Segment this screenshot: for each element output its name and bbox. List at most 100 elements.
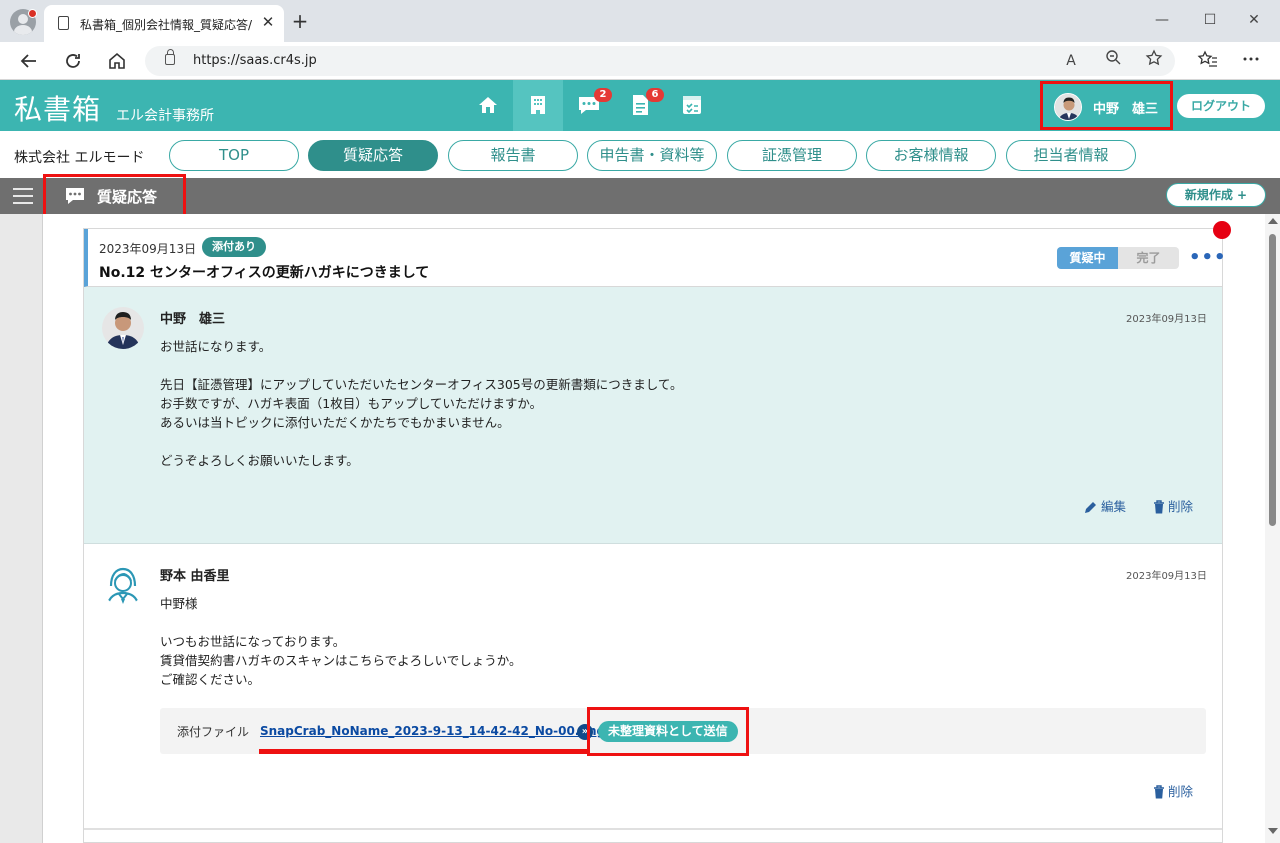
delete-label: 削除 xyxy=(1168,784,1194,799)
maximize-icon[interactable]: ☐ xyxy=(1200,10,1220,30)
notification-dot xyxy=(28,9,37,18)
tab-customer-info[interactable]: お客様情報 xyxy=(866,140,996,171)
app-header: 私書箱 エル会計事務所 2 6 中野 雄三 ログアウト xyxy=(0,80,1280,131)
company-nav: 株式会社 エルモード TOP 質疑応答 報告書 申告書・資料等 証憑管理 お客様… xyxy=(0,131,1280,178)
tab-staff-info[interactable]: 担当者情報 xyxy=(1006,140,1136,171)
message-line xyxy=(160,356,683,375)
messages-badge: 2 xyxy=(594,88,612,102)
checklist-icon xyxy=(683,96,701,114)
user-avatar xyxy=(1054,93,1082,121)
tab-vouchers[interactable]: 証憑管理 xyxy=(727,140,857,171)
message-author: 野本 由香里 xyxy=(160,569,230,584)
message-line: 先日【証憑管理】にアップしていただいたセンターオフィス305号の更新書類につきま… xyxy=(160,377,683,392)
tab-filings[interactable]: 申告書・資料等 xyxy=(587,140,717,171)
building-icon xyxy=(531,96,545,114)
message-item: 中野 雄三 2023年09月13日 お世話になります。 先日【証憑管理】にアップ… xyxy=(84,287,1222,544)
more-menu-icon[interactable] xyxy=(1239,49,1263,73)
scrollbar[interactable] xyxy=(1265,214,1280,843)
message-line: 中野様 xyxy=(160,596,198,611)
logout-button[interactable]: ログアウト xyxy=(1177,94,1265,118)
status-toggle[interactable]: 質疑中 完了 xyxy=(1057,247,1179,269)
url-field[interactable]: https://saas.cr4s.jp A xyxy=(145,46,1175,76)
message-date: 2023年09月13日 xyxy=(1126,571,1207,582)
url-text: https://saas.cr4s.jp xyxy=(193,53,317,68)
message-author: 中野 雄三 xyxy=(160,312,226,327)
sidebar-strip xyxy=(0,214,43,843)
divider xyxy=(84,829,1222,830)
lock-icon xyxy=(165,49,175,65)
attachment-highlight xyxy=(259,749,587,754)
message-line xyxy=(160,432,683,451)
edit-label: 編集 xyxy=(1101,499,1127,514)
message-line: お手数ですが、ハガキ表面（1枚目）もアップしていただけますか。 xyxy=(160,396,543,411)
user-menu[interactable]: 中野 雄三 xyxy=(1040,81,1173,130)
back-icon[interactable] xyxy=(17,49,41,73)
topic-title: No.12 センターオフィスの更新ハガキにつきまして xyxy=(99,265,430,281)
topic-card: 2023年09月13日 添付あり No.12 センターオフィスの更新ハガキにつき… xyxy=(83,228,1226,843)
message-item: 野本 由香里 2023年09月13日 中野様 いつもお世話になっております。 賃… xyxy=(84,544,1222,829)
scroll-down-arrow[interactable] xyxy=(1268,828,1278,834)
author-avatar xyxy=(102,564,144,606)
attachment-label: 添付ファイル xyxy=(177,725,250,739)
minimize-icon[interactable]: — xyxy=(1152,10,1172,30)
scroll-thumb[interactable] xyxy=(1269,234,1276,526)
author-avatar xyxy=(102,307,144,349)
scroll-up-arrow[interactable] xyxy=(1268,218,1278,224)
delete-button[interactable]: 削除 xyxy=(1153,496,1193,515)
delete-button[interactable]: 削除 xyxy=(1153,781,1193,800)
message-line: あるいは当トピックに添付いただくかたちでもかまいません。 xyxy=(160,415,510,430)
firm-name: エル会計事務所 xyxy=(116,108,214,124)
tab-title: 私書箱_個別会社情報_質疑応答/ xyxy=(80,18,252,32)
pencil-icon xyxy=(1085,502,1096,513)
nav-messages-button[interactable]: 2 xyxy=(563,80,613,131)
send-button-highlight xyxy=(587,707,749,756)
nav-tasks-button[interactable] xyxy=(667,80,717,131)
nav-home-button[interactable] xyxy=(463,80,513,131)
zoom-icon[interactable] xyxy=(1101,49,1125,73)
section-title-highlight xyxy=(43,174,186,217)
status-active-button[interactable]: 質疑中 xyxy=(1057,247,1118,269)
message-line xyxy=(160,613,522,632)
topic-date: 2023年09月13日 xyxy=(99,242,197,256)
browser-tabbar: 私書箱_個別会社情報_質疑応答/ ✕ + — ☐ ✕ xyxy=(0,0,1280,42)
message-line: どうぞよろしくお願いいたします。 xyxy=(160,453,359,468)
reload-icon[interactable] xyxy=(61,49,85,73)
edit-button[interactable]: 編集 xyxy=(1084,496,1126,515)
new-tab-button[interactable]: + xyxy=(288,10,312,34)
nav-company-button[interactable] xyxy=(513,80,563,131)
tab-reports[interactable]: 報告書 xyxy=(448,140,578,171)
status-done-button[interactable]: 完了 xyxy=(1118,247,1179,269)
new-topic-button[interactable]: 新規作成 + xyxy=(1166,183,1266,207)
message-body: お世話になります。 先日【証憑管理】にアップしていただいたセンターオフィス305… xyxy=(160,337,683,470)
message-line: いつもお世話になっております。 xyxy=(160,634,346,649)
company-name: 株式会社 エルモード xyxy=(14,150,145,166)
nav-reports-button[interactable]: 6 xyxy=(615,80,665,131)
more-options-icon[interactable]: ••• xyxy=(1189,249,1226,267)
trash-icon xyxy=(1154,785,1164,799)
topic-header: 2023年09月13日 添付あり No.12 センターオフィスの更新ハガキにつき… xyxy=(84,229,1226,287)
attachment-box: 添付ファイル SnapCrab_NoName_2023-9-13_14-42-4… xyxy=(160,707,1206,756)
message-date: 2023年09月13日 xyxy=(1126,314,1207,325)
message-line: お世話になります。 xyxy=(160,339,272,354)
page-icon xyxy=(58,16,69,30)
message-line: 賃貸借契約書ハガキのスキャンはこちらでよろしいでしょうか。 xyxy=(160,653,522,668)
app-logo[interactable]: 私書箱 xyxy=(14,88,101,128)
tab-qa[interactable]: 質疑応答 xyxy=(308,140,438,171)
attachment-file-link[interactable]: SnapCrab_NoName_2023-9-13_14-42-42_No-00… xyxy=(260,724,605,738)
home-icon xyxy=(479,97,497,113)
message-body: 中野様 いつもお世話になっております。 賃貸借契約書ハガキのスキャンはこちらでよ… xyxy=(160,594,522,689)
reports-badge: 6 xyxy=(646,88,664,102)
address-toolbar: https://saas.cr4s.jp A xyxy=(0,42,1280,80)
favorites-icon[interactable] xyxy=(1196,49,1220,73)
tab-close-icon[interactable]: ✕ xyxy=(259,13,277,31)
favorite-star-icon[interactable] xyxy=(1142,49,1166,73)
delete-label: 削除 xyxy=(1168,499,1194,514)
close-window-icon[interactable]: ✕ xyxy=(1244,10,1264,30)
trash-icon xyxy=(1154,500,1164,514)
hamburger-menu-icon[interactable] xyxy=(13,188,33,204)
read-aloud-icon[interactable]: A xyxy=(1059,49,1083,73)
tab-top[interactable]: TOP xyxy=(169,140,299,171)
home-icon[interactable] xyxy=(105,49,129,73)
message-line: ご確認ください。 xyxy=(160,672,261,687)
browser-tab[interactable]: 私書箱_個別会社情報_質疑応答/ ✕ xyxy=(44,5,284,42)
